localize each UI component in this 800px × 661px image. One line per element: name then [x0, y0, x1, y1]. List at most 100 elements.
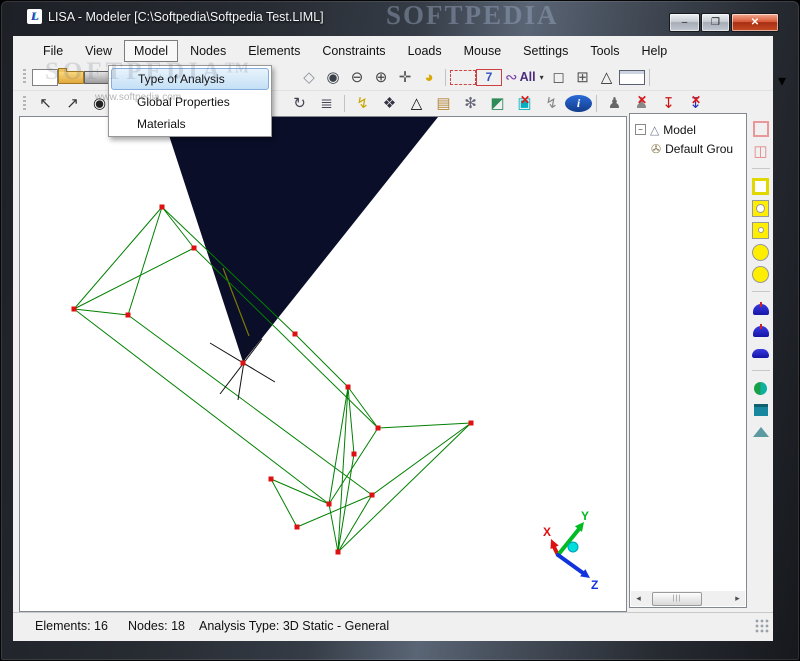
menu-item-materials[interactable]: Materials — [110, 113, 270, 135]
svg-text:X: X — [543, 525, 551, 539]
quad4-element-icon[interactable] — [752, 175, 769, 197]
view-cube-icon[interactable]: ◇ — [297, 66, 321, 88]
delete-mesh-icon[interactable]: ▣ ✕ — [511, 93, 538, 115]
titlebar[interactable]: SOFTPEDIA L LISA - Modeler [C:\Softpedia… — [0, 0, 800, 36]
dome3-element-icon[interactable] — [752, 342, 769, 364]
element-type-toolbar: ◫ — [748, 113, 773, 608]
sphere-element-icon[interactable] — [754, 377, 767, 399]
model-canvas[interactable]: X Y Z — [19, 116, 627, 612]
new-file-icon[interactable] — [32, 68, 58, 86]
menu-model[interactable]: Model — [124, 40, 179, 62]
wireframe-cube-icon[interactable]: ⊞ — [571, 66, 595, 88]
window-controls: – ❐ ✕ — [669, 13, 779, 32]
menu-item-global-properties[interactable]: Global Properties — [110, 91, 270, 113]
circle-element-icon[interactable] — [752, 241, 769, 263]
menu-bar: File View Model Nodes Elements Constraints Loa… — [13, 38, 773, 64]
tree-item-default-group[interactable]: ✇ Default Grou — [651, 140, 746, 157]
new-element-icon[interactable]: ↗ — [59, 93, 86, 115]
circle2-element-icon[interactable] — [752, 263, 769, 285]
tree-collapse-icon[interactable]: − — [635, 124, 646, 135]
status-bar: Elements: 16 Nodes: 18 Analysis Type: 3D… — [13, 612, 773, 641]
extrude-icon[interactable]: ▤ — [430, 93, 457, 115]
window-title: LISA - Modeler [C:\Softpedia\Softpedia T… — [48, 10, 324, 24]
open-file-icon[interactable] — [58, 67, 84, 84]
menu-item-type-of-analysis[interactable]: Type of Analysis — [111, 68, 269, 90]
refine-mesh-icon[interactable]: ❖ — [376, 93, 403, 115]
element-quality-icon[interactable]: △ — [595, 66, 619, 88]
menu-tools[interactable]: Tools — [580, 40, 629, 62]
close-button[interactable]: ✕ — [731, 13, 779, 32]
scroll-right-icon[interactable]: ▸ — [730, 593, 745, 604]
model-tree-panel: − △ Model ✇ Default Grou ◂ ||| ▸ — [629, 113, 747, 608]
app-window: SOFTPEDIA L LISA - Modeler [C:\Softpedia… — [0, 0, 800, 661]
dome2-element-icon[interactable] — [752, 320, 769, 342]
toolbar-overflow-icon[interactable]: ▾ — [778, 70, 786, 92]
softpedia-watermark-title: SOFTPEDIA — [386, 0, 559, 30]
toolbar-grip[interactable] — [23, 69, 26, 85]
quad-mid-element-icon[interactable] — [752, 219, 769, 241]
export-icon[interactable] — [84, 70, 110, 84]
toolbar-grip[interactable] — [23, 95, 26, 112]
menu-settings[interactable]: Settings — [513, 40, 578, 62]
box-element-icon[interactable] — [753, 399, 768, 421]
shaded-cube-icon[interactable]: ◻ — [547, 66, 571, 88]
menu-help[interactable]: Help — [632, 40, 678, 62]
background-color-icon[interactable]: ◩ — [484, 93, 511, 115]
minimize-button[interactable]: – — [669, 13, 700, 32]
properties-icon[interactable] — [618, 69, 645, 85]
tree-item-model[interactable]: − △ Model — [635, 121, 746, 138]
revolve-icon[interactable]: ✻ — [457, 93, 484, 115]
select-solid-icon[interactable]: ◫ — [753, 140, 767, 162]
select-box-icon[interactable] — [450, 69, 476, 85]
status-analysis-type: Analysis Type: 3D Static - General — [199, 619, 390, 633]
status-elements: Elements: 16 — [35, 619, 108, 633]
toolbar-separator — [648, 68, 650, 86]
menu-constraints[interactable]: Constraints — [312, 40, 395, 62]
info-icon[interactable]: i — [565, 95, 592, 112]
toolbar-separator — [445, 68, 446, 86]
mesh-quality-icon[interactable]: △ — [403, 93, 430, 115]
toolbar-separator — [751, 291, 770, 292]
delete-load-icon[interactable]: ↧ ✕ — [682, 93, 709, 115]
menu-file[interactable]: File — [33, 40, 73, 62]
delete-constraint-icon[interactable]: ♟ ✕ — [628, 93, 655, 115]
tree-item-model-label: Model — [663, 122, 696, 137]
resize-grip[interactable] — [755, 619, 769, 633]
numbering-icon[interactable]: ≣ — [313, 93, 340, 115]
auto-mesh-icon[interactable]: ↯ — [538, 93, 565, 115]
model-scene[interactable]: X Y Z — [20, 117, 626, 611]
menu-mouse[interactable]: Mouse — [454, 40, 512, 62]
pan-icon[interactable]: ✛ — [393, 66, 417, 88]
zoom-out-icon[interactable]: ⊖ — [345, 66, 369, 88]
toolbar-separator — [751, 370, 770, 371]
model-menu-dropdown: Type of Analysis Global Properties Materia… — [108, 65, 272, 137]
tree-horizontal-scrollbar[interactable]: ◂ ||| ▸ — [631, 591, 745, 606]
select-all-icon[interactable]: ∾ All ▾ — [502, 66, 547, 88]
quad8-element-icon[interactable] — [752, 197, 769, 219]
toolbar-separator — [751, 168, 770, 169]
constraint-icon[interactable]: ♟ — [601, 93, 628, 115]
menu-loads[interactable]: Loads — [398, 40, 452, 62]
select-face-icon[interactable] — [752, 118, 769, 140]
scrollbar-thumb[interactable]: ||| — [652, 591, 702, 606]
scroll-left-icon[interactable]: ◂ — [631, 593, 646, 604]
measure-tape-icon[interactable]: ◕ — [417, 66, 441, 88]
tree-item-default-group-label: Default Grou — [665, 141, 734, 156]
maximize-button[interactable]: ❐ — [701, 13, 730, 32]
menu-nodes[interactable]: Nodes — [180, 40, 236, 62]
select-numbered-icon[interactable]: 7 — [476, 68, 502, 86]
svg-text:Z: Z — [591, 578, 598, 592]
select-view-icon[interactable]: ◉ — [321, 66, 345, 88]
scrollbar-grip-icon: ||| — [672, 595, 682, 602]
menu-elements[interactable]: Elements — [238, 40, 310, 62]
cone-element-icon[interactable] — [752, 421, 769, 443]
dome-element-icon[interactable] — [752, 298, 769, 320]
select-arrow-icon[interactable]: ↖ — [32, 93, 59, 115]
svg-text:Y: Y — [581, 509, 589, 523]
toolbar-separator — [596, 95, 597, 112]
load-icon[interactable]: ↧ — [655, 93, 682, 115]
lightning-icon[interactable]: ↯ — [349, 93, 376, 115]
flip-normals-icon[interactable]: ↻ — [286, 93, 313, 115]
menu-view[interactable]: View — [75, 40, 122, 62]
zoom-window-icon[interactable]: ⊕ — [369, 66, 393, 88]
